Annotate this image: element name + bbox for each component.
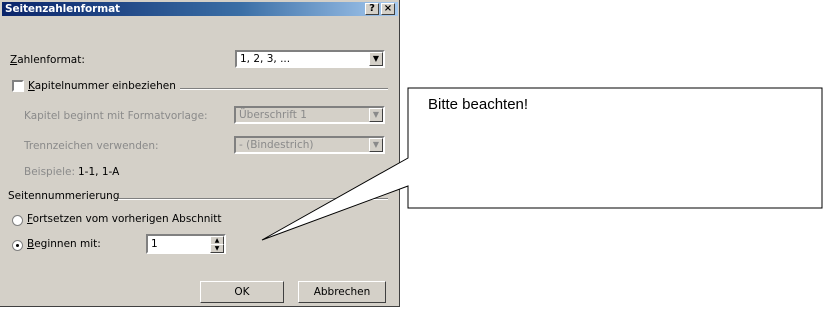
callout-text: Bitte beachten!	[428, 96, 529, 113]
callout-balloon	[261, 87, 823, 241]
callout-shape	[261, 87, 823, 241]
